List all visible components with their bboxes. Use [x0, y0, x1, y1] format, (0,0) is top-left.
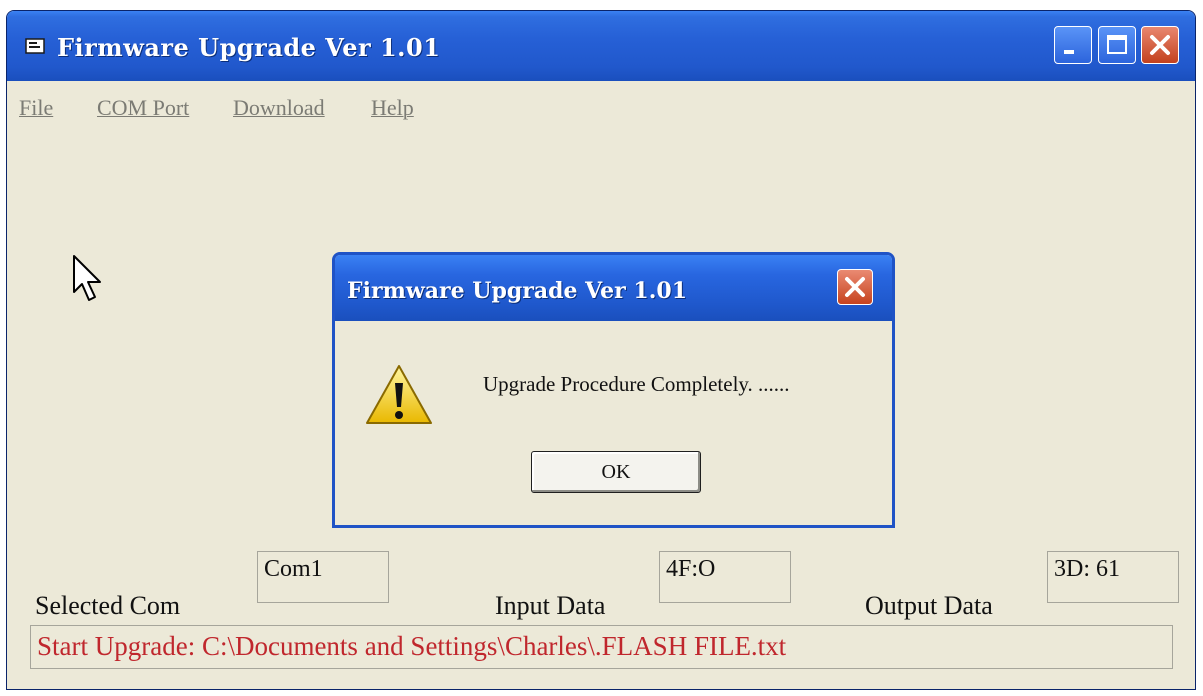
input-data-field[interactable]: 4F:O — [659, 551, 791, 603]
dialog-title: Firmware Upgrade Ver 1.01 — [347, 278, 688, 304]
dialog-message: Upgrade Procedure Completely. ...... — [483, 372, 790, 396]
menu-file[interactable]: File — [19, 95, 53, 121]
status-field[interactable]: Start Upgrade: C:\Documents and Settings… — [30, 625, 1173, 669]
output-data-label: Output Data — [865, 591, 993, 620]
app-icon — [25, 38, 45, 54]
dialog-close-button[interactable] — [837, 269, 873, 305]
menu-help[interactable]: Help — [371, 95, 414, 121]
menu-download[interactable]: Download — [233, 95, 325, 121]
title-bar[interactable]: Firmware Upgrade Ver 1.01 — [7, 11, 1195, 81]
dialog-title-bar[interactable]: Firmware Upgrade Ver 1.01 — [335, 255, 892, 321]
selected-com-field[interactable]: Com1 — [257, 551, 389, 603]
menu-com-port[interactable]: COM Port — [97, 95, 189, 121]
input-data-label: Input Data — [495, 591, 606, 620]
close-button[interactable] — [1141, 26, 1179, 64]
menu-bar: File COM Port Download Help — [7, 87, 1195, 123]
window-title: Firmware Upgrade Ver 1.01 — [57, 33, 441, 62]
selected-com-label: Selected Com — [35, 591, 181, 620]
minimize-icon — [1064, 50, 1074, 54]
maximize-icon — [1107, 35, 1127, 54]
mouse-cursor-icon — [73, 255, 101, 301]
close-icon — [1150, 35, 1170, 55]
minimize-button[interactable] — [1054, 26, 1092, 64]
ok-button[interactable]: OK — [531, 451, 701, 493]
message-dialog: Firmware Upgrade Ver 1.01 Upgrade Proced… — [332, 252, 895, 528]
maximize-button[interactable] — [1098, 26, 1136, 64]
close-icon — [845, 277, 865, 297]
output-data-field[interactable]: 3D: 61 — [1047, 551, 1179, 603]
warning-icon — [366, 365, 432, 424]
